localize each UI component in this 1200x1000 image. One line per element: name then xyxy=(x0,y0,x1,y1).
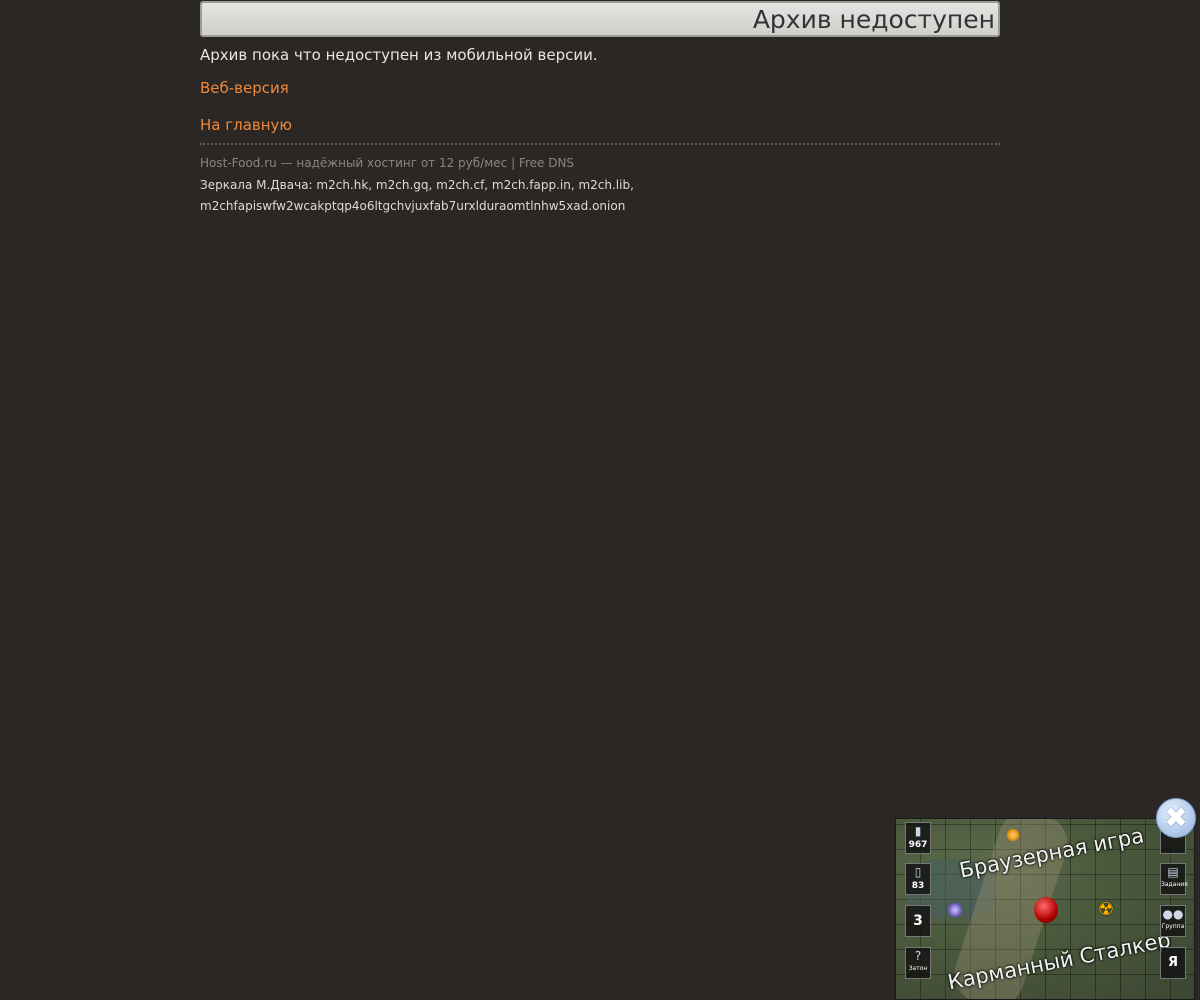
mirrors-line[interactable]: Зеркала М.Двача: m2ch.hk, m2ch.gq, m2ch.… xyxy=(200,175,640,196)
group-label: Группа xyxy=(1161,923,1185,930)
mirrors-list: Зеркала М.Двача: m2ch.hk, m2ch.gq, m2ch.… xyxy=(200,175,640,217)
banner-close-button[interactable]: ✖ xyxy=(1156,798,1196,838)
hosting-ad-link[interactable]: Host-Food.ru — надёжный хостинг от 12 ру… xyxy=(200,155,574,171)
game-banner[interactable]: ☢ Браузерная игра Карманный Сталкер ▮ 96… xyxy=(895,818,1195,1000)
location-slot: ? Затон xyxy=(905,947,931,979)
quests-label: Задания xyxy=(1161,881,1188,888)
page-title: Архив недоступен xyxy=(752,5,995,34)
question-icon: ? xyxy=(914,949,922,963)
flask-slot: ▯ 83 xyxy=(905,863,931,895)
group-icon: ●● xyxy=(1162,907,1184,921)
close-icon: ✖ xyxy=(1164,801,1188,834)
profile-value: Я xyxy=(1167,955,1178,970)
mirrors-onion-line[interactable]: m2chfapiswfw2wcakptqp4o6ltgchvjuxfab7urx… xyxy=(200,196,640,217)
flashlight-value: 967 xyxy=(908,840,928,850)
map-icon: ▤ xyxy=(1167,865,1179,879)
divider xyxy=(200,143,1000,145)
archive-notice: Архив пока что недоступен из мобильной в… xyxy=(200,46,598,64)
quests-slot[interactable]: ▤ Задания xyxy=(1160,863,1188,895)
group-slot[interactable]: ●● Группа xyxy=(1160,905,1186,937)
flask-value: 83 xyxy=(911,881,925,891)
level-slot: 3 xyxy=(905,905,931,937)
home-link[interactable]: На главную xyxy=(200,115,292,135)
flask-icon: ▯ xyxy=(914,865,922,879)
orange-marker-icon xyxy=(1007,829,1019,841)
anomaly-marker-icon xyxy=(948,903,962,917)
location-label: Затон xyxy=(908,965,928,972)
profile-slot[interactable]: Я xyxy=(1160,947,1186,979)
flashlight-slot: ▮ 967 xyxy=(905,822,931,854)
title-bar: Архив недоступен xyxy=(200,1,1000,37)
radiation-icon: ☢ xyxy=(1098,899,1115,920)
web-version-link[interactable]: Веб-версия xyxy=(200,78,289,98)
flashlight-icon: ▮ xyxy=(914,824,922,838)
level-value: 3 xyxy=(913,913,923,929)
red-artifact-icon xyxy=(1034,897,1058,923)
